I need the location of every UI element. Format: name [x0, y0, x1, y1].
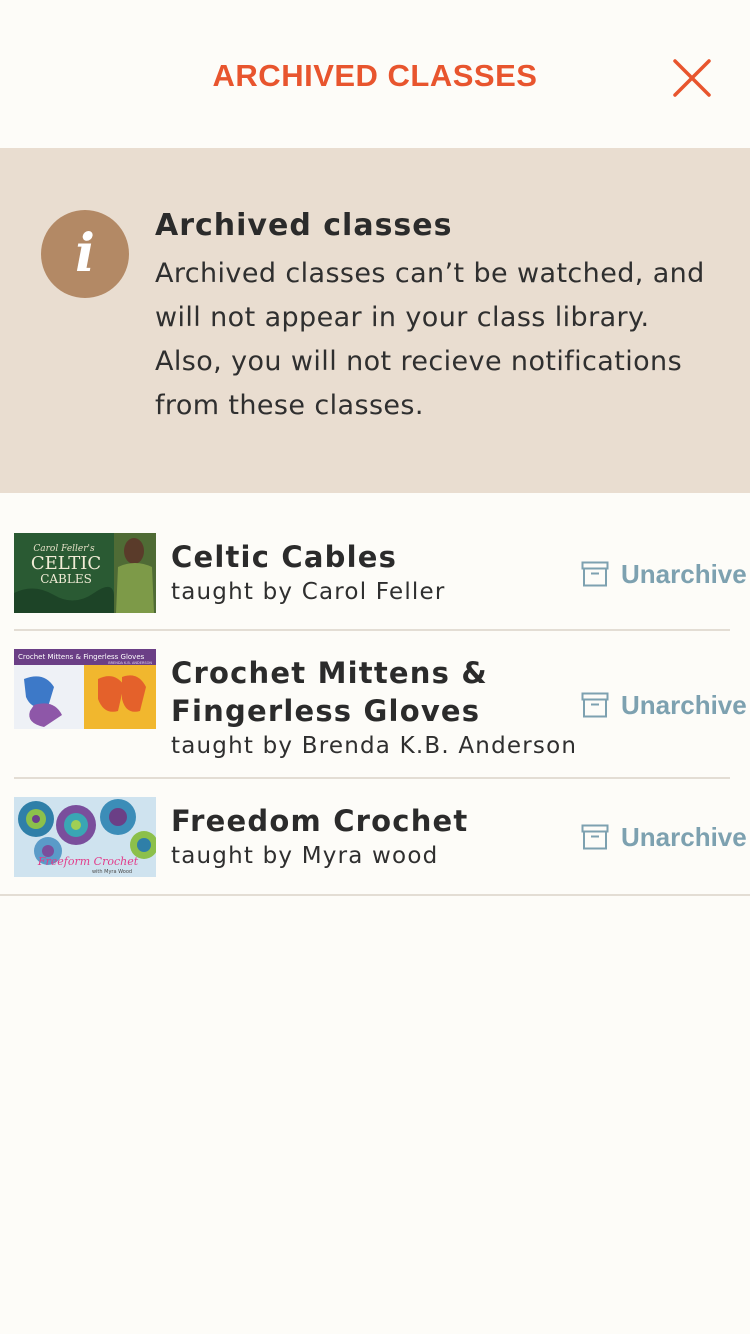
class-title: Freedom Crochet	[171, 804, 469, 838]
unarchive-button[interactable]: Unarchive	[581, 690, 747, 720]
class-thumbnail: Freeform Crochet with Myra Wood	[14, 797, 156, 877]
archive-box-icon	[581, 561, 609, 587]
unarchive-button[interactable]: Unarchive	[581, 559, 747, 589]
unarchive-label: Unarchive	[621, 558, 747, 589]
archive-box-icon	[581, 692, 609, 718]
thumbnail-text: Freeform Crochet	[37, 855, 139, 868]
class-row: Crochet Mittens & Fingerless Gloves BREN…	[0, 631, 750, 779]
unarchive-label: Unarchive	[621, 821, 747, 852]
class-row: Carol Feller's CELTIC CABLES Celtic Cabl…	[0, 493, 750, 631]
class-title: Celtic Cables	[171, 540, 398, 574]
thumbnail-text: CABLES	[40, 572, 92, 586]
page-title: ARCHIVED CLASSES	[212, 58, 538, 93]
class-teacher: taught by Brenda K.B. Anderson	[171, 733, 578, 759]
info-title: Archived classes	[155, 208, 453, 243]
archive-box-icon	[581, 824, 609, 850]
thumbnail-text: with Myra Wood	[92, 869, 132, 875]
info-banner: i Archived classes Archived classes can’…	[0, 148, 750, 493]
class-thumbnail: Crochet Mittens & Fingerless Gloves BREN…	[14, 649, 156, 729]
class-title: Crochet Mittens & Fingerless Gloves	[171, 656, 488, 728]
unarchive-button[interactable]: Unarchive	[581, 822, 747, 852]
class-thumbnail: Carol Feller's CELTIC CABLES	[14, 533, 156, 613]
thumbnail-text: BRENDA K.B. ANDERSON	[108, 661, 152, 665]
unarchive-label: Unarchive	[621, 689, 747, 720]
class-row: Freeform Crochet with Myra Wood Freedom …	[0, 779, 750, 897]
class-teacher: taught by Carol Feller	[171, 579, 446, 605]
info-body: Archived classes can’t be watched, and w…	[155, 258, 705, 421]
divider	[0, 894, 750, 896]
close-button[interactable]	[664, 50, 720, 106]
close-icon	[673, 59, 711, 97]
info-icon: i	[41, 210, 129, 298]
header: ARCHIVED CLASSES	[0, 0, 750, 148]
thumbnail-text: Crochet Mittens & Fingerless Gloves	[18, 653, 145, 661]
thumbnail-text: CELTIC	[31, 553, 101, 574]
class-teacher: taught by Myra wood	[171, 843, 439, 869]
